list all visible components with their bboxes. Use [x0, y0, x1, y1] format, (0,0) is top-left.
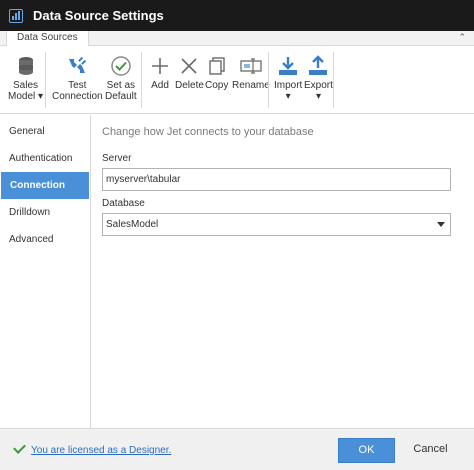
test-connection-label-1: Test: [68, 80, 87, 91]
copy-button[interactable]: Copy: [205, 54, 228, 91]
database-selected-value: SalesModel: [106, 219, 159, 230]
sales-model-label-1: Sales: [13, 80, 39, 91]
set-as-default-button[interactable]: Set as Default: [105, 54, 137, 102]
sidebar-item-advanced[interactable]: Advanced: [0, 226, 90, 253]
import-label-2: ▾: [285, 91, 291, 102]
export-button[interactable]: Export ▾: [304, 54, 333, 102]
export-label-1: Export: [304, 80, 333, 91]
delete-label: Delete: [175, 80, 204, 91]
sidebar-item-connection[interactable]: Connection: [1, 172, 89, 199]
set-as-default-label-1: Set as: [106, 80, 136, 91]
ribbon-toolbar: Sales Model ▾ Test Connection Set as Def…: [0, 46, 474, 114]
add-button[interactable]: Add: [149, 54, 171, 91]
upload-icon: [307, 54, 329, 78]
plug-icon: [66, 54, 88, 78]
database-label: Database: [102, 198, 145, 209]
database-icon: [15, 54, 37, 78]
connection-panel: Change how Jet connects to your database…: [92, 115, 474, 428]
ok-button[interactable]: OK: [338, 438, 395, 463]
sales-model-button[interactable]: Sales Model ▾: [8, 54, 43, 102]
chevron-down-icon[interactable]: [437, 222, 445, 227]
delete-button[interactable]: Delete: [175, 54, 204, 91]
ribbon-tabstrip: Data Sources ⌃: [0, 31, 474, 46]
title-bar: Data Source Settings: [0, 0, 474, 31]
test-connection-label-2: Connection: [52, 91, 103, 102]
ribbon-separator: [268, 52, 269, 108]
x-icon: [178, 54, 200, 78]
plus-icon: [149, 54, 171, 78]
copy-icon: [206, 54, 228, 78]
sidebar-item-drilldown[interactable]: Drilldown: [0, 199, 90, 226]
sidebar-item-authentication[interactable]: Authentication: [0, 145, 90, 172]
database-select[interactable]: SalesModel: [102, 213, 451, 236]
sales-model-label-2: Model ▾: [8, 91, 44, 102]
section-heading: Change how Jet connects to your database: [102, 126, 314, 138]
server-label: Server: [102, 153, 132, 164]
jet-logo-icon: [9, 8, 23, 23]
rename-label: Rename: [232, 80, 270, 91]
check-circle-icon: [110, 54, 132, 78]
check-icon: [13, 441, 26, 454]
settings-sidebar: General Authentication Connection Drilld…: [0, 115, 91, 428]
import-button[interactable]: Import ▾: [274, 54, 302, 102]
tab-data-sources[interactable]: Data Sources: [6, 31, 89, 46]
export-label-2: ▾: [315, 91, 321, 102]
import-label-1: Import: [274, 80, 303, 91]
ribbon-separator: [333, 52, 334, 108]
ribbon-separator: [45, 52, 46, 108]
collapse-ribbon-icon[interactable]: ⌃: [458, 32, 466, 43]
server-input[interactable]: [102, 168, 451, 191]
copy-label: Copy: [205, 80, 229, 91]
sidebar-item-general[interactable]: General: [0, 118, 90, 145]
rename-button[interactable]: Rename: [232, 54, 270, 91]
test-connection-button[interactable]: Test Connection: [52, 54, 103, 102]
ribbon-separator: [141, 52, 142, 108]
set-as-default-label-2: Default: [105, 91, 137, 102]
license-link[interactable]: You are licensed as a Designer.: [31, 445, 171, 456]
cancel-button[interactable]: Cancel: [402, 438, 459, 463]
add-label: Add: [151, 80, 169, 91]
dialog-footer: You are licensed as a Designer. OK Cance…: [0, 428, 474, 470]
window-title: Data Source Settings: [33, 8, 164, 23]
download-icon: [277, 54, 299, 78]
rename-icon: [240, 54, 262, 78]
